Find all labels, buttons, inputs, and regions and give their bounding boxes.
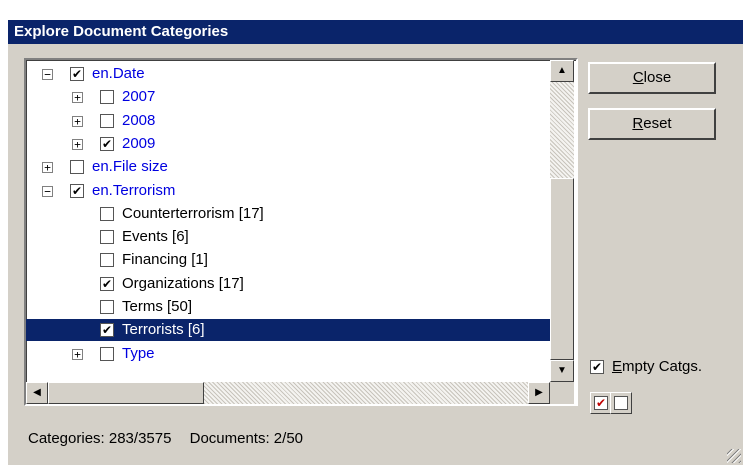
- tree-item-label[interactable]: Terrorists [6]: [120, 319, 207, 342]
- uncheck-all-button[interactable]: [610, 392, 632, 414]
- window-frame-top: [0, 0, 743, 20]
- tree-checkbox[interactable]: [100, 206, 114, 221]
- reset-mnemonic: R: [632, 115, 644, 132]
- tree-item-label[interactable]: en.File size: [90, 156, 170, 178]
- resize-grip-icon[interactable]: [727, 449, 741, 463]
- tree-row[interactable]: + Type: [26, 343, 550, 365]
- tree-item-label[interactable]: 2008: [120, 110, 157, 132]
- category-tree[interactable]: − ✔ en.Date +2007 +2008 + ✔ 2009 + en.File size − ✔…: [26, 60, 550, 382]
- categories-count: Categories: 283/3575: [28, 430, 172, 447]
- horizontal-scroll-thumb[interactable]: [48, 382, 204, 404]
- close-button[interactable]: Close: [588, 62, 716, 94]
- vertical-scrollbar[interactable]: ▲ ▼: [550, 60, 574, 382]
- tree-checkbox[interactable]: ✔: [100, 136, 114, 151]
- empty-catgs-mnemonic: E: [612, 358, 623, 375]
- tree-checkbox[interactable]: ✔: [70, 183, 84, 198]
- tree-item-label[interactable]: Events [6]: [120, 226, 191, 248]
- tree-checkbox[interactable]: [70, 160, 84, 175]
- tree-row[interactable]: ✔ Terrorists [6]: [26, 319, 550, 342]
- arrow-down-icon[interactable]: ▼: [550, 360, 574, 382]
- reset-button[interactable]: Reset: [588, 108, 716, 140]
- documents-count: Documents: 2/50: [189, 430, 304, 447]
- tree-item-label[interactable]: Counterterrorism [17]: [120, 203, 266, 225]
- window-frame-left: [0, 0, 8, 465]
- scrollbar-corner: [550, 382, 574, 404]
- check-all-button[interactable]: ✔: [590, 392, 612, 414]
- dialog-title: Explore Document Categories: [14, 23, 229, 40]
- reset-label-rest: eset: [643, 115, 672, 132]
- tree-checkbox[interactable]: [100, 253, 114, 268]
- tree-item-label[interactable]: 2009: [120, 133, 157, 155]
- close-label-rest: lose: [643, 69, 672, 86]
- collapse-icon[interactable]: −: [42, 69, 53, 80]
- collapse-icon[interactable]: −: [42, 185, 53, 197]
- tree-item-label[interactable]: en.Date: [90, 63, 147, 85]
- tree-row[interactable]: +2008: [26, 110, 550, 132]
- tree-row[interactable]: Terms [50]: [26, 296, 550, 318]
- tree-row[interactable]: − ✔ en.Date: [26, 63, 550, 85]
- tree-row[interactable]: ✔ Organizations [17]: [26, 273, 550, 295]
- dialog-title-bar[interactable]: Explore Document Categories: [8, 20, 743, 44]
- arrow-right-icon[interactable]: ▶: [528, 382, 550, 404]
- tree-item-label[interactable]: Organizations [17]: [120, 273, 246, 295]
- empty-catgs-checkbox[interactable]: ✔: [590, 360, 604, 374]
- tree-checkbox[interactable]: [100, 300, 114, 314]
- checked-red-icon: ✔: [594, 396, 608, 410]
- tree-item-label[interactable]: Type: [120, 343, 157, 365]
- expand-icon[interactable]: +: [72, 138, 83, 150]
- tree-checkbox[interactable]: ✔: [100, 276, 114, 291]
- tree-checkbox[interactable]: ✔: [70, 67, 84, 81]
- empty-catgs-label-rest: mpty Catgs.: [622, 358, 703, 375]
- tree-item-label[interactable]: Financing [1]: [120, 249, 210, 271]
- arrow-left-icon[interactable]: ◀: [26, 382, 48, 404]
- close-mnemonic: C: [632, 69, 644, 86]
- tree-row[interactable]: + en.File size: [26, 156, 550, 178]
- tree-item-label[interactable]: en.Terrorism: [90, 180, 177, 202]
- expand-icon[interactable]: +: [72, 115, 83, 127]
- tree-checkbox[interactable]: ✔: [100, 323, 114, 338]
- tree-row[interactable]: Financing [1]: [26, 249, 550, 271]
- tree-row[interactable]: +2007: [26, 86, 550, 108]
- empty-catgs-label: Empty Catgs.: [612, 357, 702, 377]
- tree-checkbox[interactable]: [100, 90, 114, 105]
- tree-row[interactable]: − ✔ en.Terrorism: [26, 180, 550, 202]
- tree-item-label[interactable]: 2007: [120, 86, 157, 108]
- expand-icon[interactable]: +: [72, 348, 83, 360]
- expand-icon[interactable]: +: [42, 162, 53, 174]
- category-tree-panel: − ✔ en.Date +2007 +2008 + ✔ 2009 + en.File size − ✔…: [24, 58, 578, 406]
- tree-checkbox[interactable]: [100, 113, 114, 128]
- tree-item-label[interactable]: Terms [50]: [120, 296, 194, 318]
- vertical-scroll-thumb[interactable]: [550, 178, 574, 360]
- horizontal-scrollbar[interactable]: ◀ ▶: [26, 382, 550, 404]
- unchecked-icon: [614, 396, 628, 410]
- tree-row[interactable]: Events [6]: [26, 226, 550, 248]
- tree-checkbox[interactable]: [100, 346, 114, 361]
- tree-row[interactable]: + ✔ 2009: [26, 133, 550, 155]
- expand-icon[interactable]: +: [72, 92, 83, 104]
- tree-checkbox[interactable]: [100, 230, 114, 245]
- status-bar: Categories: 283/3575 Documents: 2/50: [28, 430, 317, 447]
- arrow-up-icon[interactable]: ▲: [550, 60, 574, 82]
- tree-row[interactable]: Counterterrorism [17]: [26, 203, 550, 225]
